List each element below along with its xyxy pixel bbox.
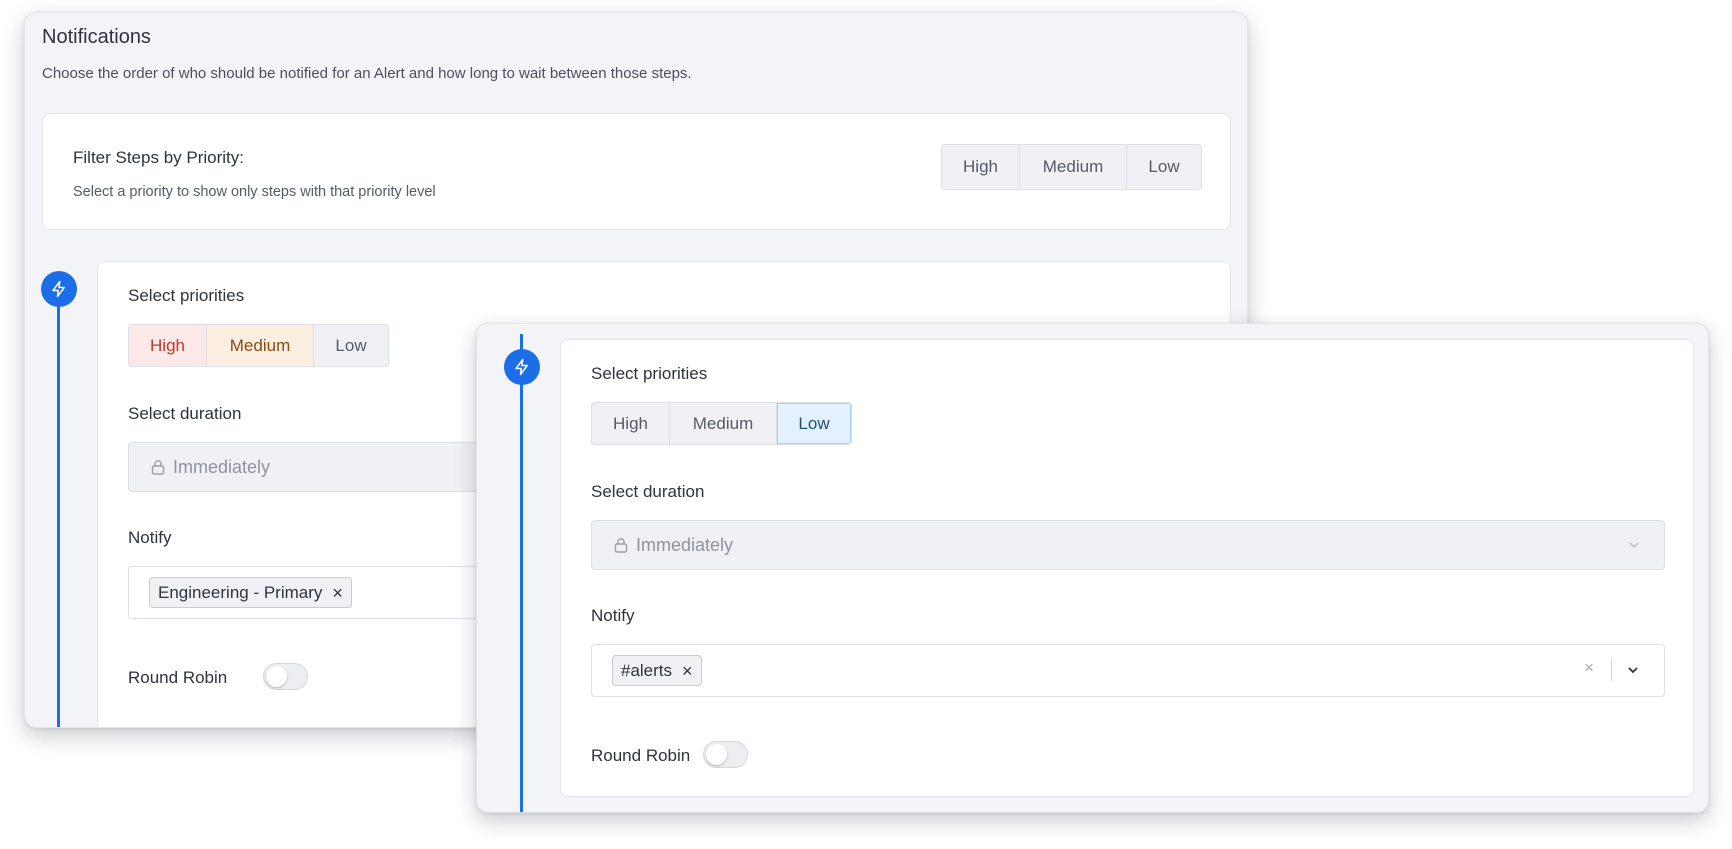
round-robin-label: Round Robin xyxy=(591,746,691,765)
filter-low-button[interactable]: Low xyxy=(1127,145,1201,189)
select-priorities-label: Select priorities xyxy=(128,286,245,305)
filter-description: Select a priority to show only steps wit… xyxy=(73,184,436,200)
duration-value: Immediately xyxy=(636,534,734,555)
filter-title: Filter Steps by Priority: xyxy=(73,148,244,167)
filter-card: Filter Steps by Priority: Select a prior… xyxy=(42,113,1231,230)
priority-low-button[interactable]: Low xyxy=(314,325,388,366)
lightning-bolt-icon xyxy=(504,349,540,385)
step-overlay-panel: Select priorities High Medium Low Select… xyxy=(476,323,1709,813)
notify-multiselect[interactable]: #alerts × × xyxy=(591,644,1665,697)
duration-select[interactable]: Immediately xyxy=(591,520,1665,570)
chevron-down-icon xyxy=(1629,542,1639,549)
page-subtitle: Choose the order of who should be notifi… xyxy=(42,65,692,82)
clear-icon[interactable]: × xyxy=(1584,658,1594,678)
notify-label: Notify xyxy=(128,528,172,547)
lightning-bolt-icon xyxy=(41,271,77,307)
priority-high-button[interactable]: High xyxy=(129,325,207,366)
toggle-knob xyxy=(266,666,287,687)
chevron-down-icon[interactable] xyxy=(1627,666,1639,674)
select-duration-label: Select duration xyxy=(591,482,705,501)
filter-priority-segmented: High Medium Low xyxy=(941,144,1202,190)
notify-label: Notify xyxy=(591,606,635,625)
notify-chip-label: #alerts xyxy=(621,660,673,680)
notify-chip: #alerts × xyxy=(612,655,702,686)
lock-icon xyxy=(151,460,165,475)
lock-icon xyxy=(614,538,628,553)
priorities-segmented: High Medium Low xyxy=(591,402,852,445)
filter-high-button[interactable]: High xyxy=(942,145,1020,189)
round-robin-toggle[interactable] xyxy=(263,663,308,690)
priority-high-button[interactable]: High xyxy=(592,403,670,444)
step-rail xyxy=(57,273,60,727)
round-robin-label: Round Robin xyxy=(128,668,228,687)
step-card: Select priorities High Medium Low Select… xyxy=(560,339,1694,797)
toggle-knob xyxy=(706,744,727,765)
priorities-segmented: High Medium Low xyxy=(128,324,389,367)
step-rail xyxy=(520,334,523,812)
priority-medium-button[interactable]: Medium xyxy=(670,403,777,444)
priority-medium-button[interactable]: Medium xyxy=(207,325,314,366)
select-divider xyxy=(1611,659,1612,681)
select-priorities-label: Select priorities xyxy=(591,364,708,383)
duration-value: Immediately xyxy=(173,456,271,477)
chip-remove-icon[interactable]: × xyxy=(682,662,693,680)
select-duration-label: Select duration xyxy=(128,404,242,423)
round-robin-toggle[interactable] xyxy=(703,741,748,768)
notify-chip: Engineering - Primary × xyxy=(149,577,352,608)
page-title: Notifications xyxy=(42,26,151,48)
notify-chip-label: Engineering - Primary xyxy=(158,582,323,602)
filter-medium-button[interactable]: Medium xyxy=(1020,145,1127,189)
priority-low-button[interactable]: Low xyxy=(777,403,851,444)
chip-remove-icon[interactable]: × xyxy=(332,584,343,602)
